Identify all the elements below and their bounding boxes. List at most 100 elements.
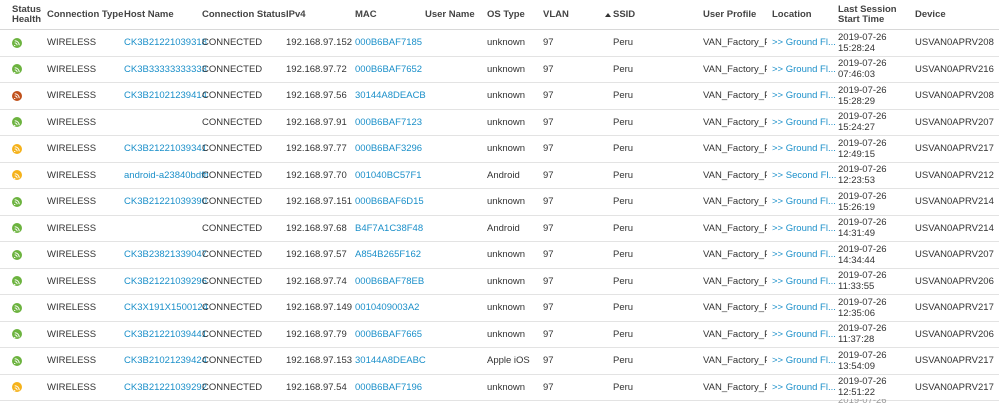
- cell-location[interactable]: >> Ground Fl...: [772, 83, 836, 109]
- cell-os-type: Apple iOS: [487, 355, 530, 367]
- clients-table: Status Health Connection Type Host Name …: [0, 0, 999, 401]
- cell-host-name[interactable]: CK3B23821339047: [124, 242, 207, 268]
- cell-host-name[interactable]: CK3B33333333333: [124, 57, 207, 83]
- session-date: 2019-07-26: [838, 296, 887, 308]
- cell-host-name[interactable]: CK3B21221039292: [124, 375, 207, 401]
- cell-host-name[interactable]: CK3B21221039441: [124, 322, 207, 348]
- cell-ipv4: 192.168.97.57: [286, 249, 347, 261]
- col-location[interactable]: Location: [772, 0, 812, 29]
- table-row[interactable]: WIRELESS CONNECTED 192.168.97.91 000B6BAF71…: [0, 110, 999, 136]
- cell-os-type: Android: [487, 169, 520, 181]
- col-ssid[interactable]: SSID: [613, 0, 635, 29]
- wifi-health-icon: [12, 382, 22, 393]
- cell-location[interactable]: >> Ground Fl...: [772, 269, 836, 295]
- cell-location[interactable]: >> Ground Fl...: [772, 189, 836, 215]
- wifi-health-icon: [12, 223, 22, 234]
- cell-ssid: Peru: [613, 302, 634, 314]
- col-user-profile[interactable]: User Profile: [703, 0, 756, 29]
- session-time: 14:31:49: [838, 228, 875, 240]
- wifi-health-icon: [12, 196, 22, 207]
- cell-user-profile: VAN_Factory_Pr: [703, 275, 767, 287]
- cell-location[interactable]: >> Ground Fl...: [772, 216, 836, 242]
- table-row[interactable]: WIRELESS CK3X191X1500124 CONNECTED 192.168.…: [0, 295, 999, 322]
- cell-user-profile: VAN_Factory_Pr: [703, 90, 767, 102]
- cell-location[interactable]: >> Ground Fl...: [772, 375, 836, 401]
- cell-mac[interactable]: 0010409003A2: [355, 295, 419, 321]
- cell-os-type: unknown: [487, 328, 526, 340]
- cell-last-session-start: 2019-07-26 11:33:55: [838, 269, 887, 295]
- cell-location[interactable]: >> Ground Fl...: [772, 322, 836, 348]
- session-time: 07:46:03: [838, 69, 875, 81]
- cell-mac[interactable]: 000B6BAF6D15: [355, 189, 424, 215]
- sort-ascending-icon[interactable]: [604, 12, 611, 17]
- cell-user-profile: VAN_Factory_Pr: [703, 196, 767, 208]
- cell-mac[interactable]: 30144A8DEACB: [355, 83, 426, 109]
- table-row[interactable]: WIRELESS CK3B21221039341 CONNECTED 192.168.…: [0, 136, 999, 163]
- col-connection-status[interactable]: Connection Status: [202, 0, 286, 29]
- table-row[interactable]: WIRELESS CK3B21221039296 CONNECTED 192.168.…: [0, 269, 999, 295]
- table-row[interactable]: WIRELESS CK3B21221039318 CONNECTED 192.168.…: [0, 30, 999, 57]
- col-last-session-start[interactable]: Last Session Start Time: [838, 0, 897, 29]
- cell-host-name[interactable]: CK3B21221039390: [124, 189, 207, 215]
- cell-location[interactable]: >> Ground Fl...: [772, 57, 836, 83]
- cell-location[interactable]: >> Ground Fl...: [772, 136, 836, 162]
- cell-mac[interactable]: 000B6BAF3296: [355, 136, 422, 162]
- table-row[interactable]: WIRELESS CK3B23821339047 CONNECTED 192.168.…: [0, 242, 999, 269]
- table-row[interactable]: WIRELESS CK3B21221039292 CONNECTED 192.168.…: [0, 375, 999, 401]
- cell-vlan: 97: [543, 249, 554, 261]
- cell-connection-type: WIRELESS: [47, 169, 97, 181]
- cell-location[interactable]: >> Ground Fl...: [772, 30, 836, 56]
- cell-mac[interactable]: 000B6BAF7196: [355, 375, 422, 401]
- cell-location[interactable]: >> Ground Fl...: [772, 242, 836, 268]
- table-row[interactable]: WIRELESS CK3B21221039390 CONNECTED 192.168.…: [0, 189, 999, 216]
- cell-mac[interactable]: 000B6BAF7123: [355, 110, 422, 136]
- table-row[interactable]: WIRELESS CK3B21221039441 CONNECTED 192.168.…: [0, 322, 999, 348]
- col-mac[interactable]: MAC: [355, 0, 377, 29]
- cell-location[interactable]: >> Ground Fl...: [772, 348, 836, 374]
- cell-user-profile: VAN_Factory_Pr: [703, 249, 767, 261]
- cell-location[interactable]: >> Second Fl...: [772, 163, 836, 189]
- table-row[interactable]: WIRELESS CONNECTED 192.168.97.68 B4F7A1C38F…: [0, 216, 999, 242]
- col-status-health[interactable]: Status Health: [12, 0, 41, 29]
- cell-status-health: [12, 189, 22, 215]
- cell-mac[interactable]: 000B6BAF7665: [355, 322, 422, 348]
- cell-location[interactable]: >> Ground Fl...: [772, 110, 836, 136]
- cell-ipv4: 192.168.97.151: [286, 196, 353, 208]
- cell-connection-type: WIRELESS: [47, 302, 97, 314]
- cell-device: USVAN0APRV217: [915, 381, 994, 393]
- table-row[interactable]: WIRELESS CK3B21021239424 CONNECTED 192.168.…: [0, 348, 999, 375]
- col-os-type[interactable]: OS Type: [487, 0, 525, 29]
- cell-device: USVAN0APRV207: [915, 249, 994, 261]
- table-row[interactable]: WIRELESS android-a23840bdffl CONNECTED 192.…: [0, 163, 999, 189]
- cell-mac[interactable]: 30144A8DEABC: [355, 348, 426, 374]
- cell-host-name[interactable]: CK3B21221039318: [124, 30, 207, 56]
- partial-date: 2019-07-26: [838, 399, 887, 404]
- col-user-name[interactable]: User Name: [425, 0, 475, 29]
- cell-ssid: Peru: [613, 381, 634, 393]
- cell-host-name[interactable]: CK3B21221039341: [124, 136, 207, 162]
- col-host-name[interactable]: Host Name: [124, 0, 174, 29]
- cell-user-profile: VAN_Factory_Pr: [703, 302, 767, 314]
- col-connection-type[interactable]: Connection Type: [47, 0, 123, 29]
- cell-os-type: unknown: [487, 196, 526, 208]
- col-ipv4[interactable]: IPv4: [286, 0, 306, 29]
- cell-mac[interactable]: 000B6BAF7652: [355, 57, 422, 83]
- table-row[interactable]: WIRELESS CK3B33333333333 CONNECTED 192.168.…: [0, 57, 999, 83]
- cell-mac[interactable]: A854B265F162: [355, 242, 421, 268]
- cell-mac[interactable]: B4F7A1C38F48: [355, 216, 423, 242]
- cell-host-name[interactable]: android-a23840bdffl: [124, 163, 208, 189]
- cell-host-name[interactable]: CK3B21021239414: [124, 83, 207, 109]
- cell-host-name[interactable]: CK3B21221039296: [124, 269, 207, 295]
- cell-mac[interactable]: 001040BC57F1: [355, 163, 422, 189]
- cell-location[interactable]: >> Ground Fl...: [772, 295, 836, 321]
- cell-mac[interactable]: 000B6BAF78EB: [355, 269, 424, 295]
- session-date: 2019-07-26: [838, 243, 887, 255]
- table-row[interactable]: WIRELESS CK3B21021239414 CONNECTED 192.168.…: [0, 83, 999, 110]
- col-vlan[interactable]: VLAN: [543, 0, 611, 29]
- col-device[interactable]: Device: [915, 0, 946, 29]
- cell-ssid: Peru: [613, 63, 634, 75]
- cell-mac[interactable]: 000B6BAF7185: [355, 30, 422, 56]
- cell-host-name[interactable]: CK3X191X1500124: [124, 295, 208, 321]
- cell-host-name[interactable]: CK3B21021239424: [124, 348, 207, 374]
- cell-status-health: [12, 83, 22, 109]
